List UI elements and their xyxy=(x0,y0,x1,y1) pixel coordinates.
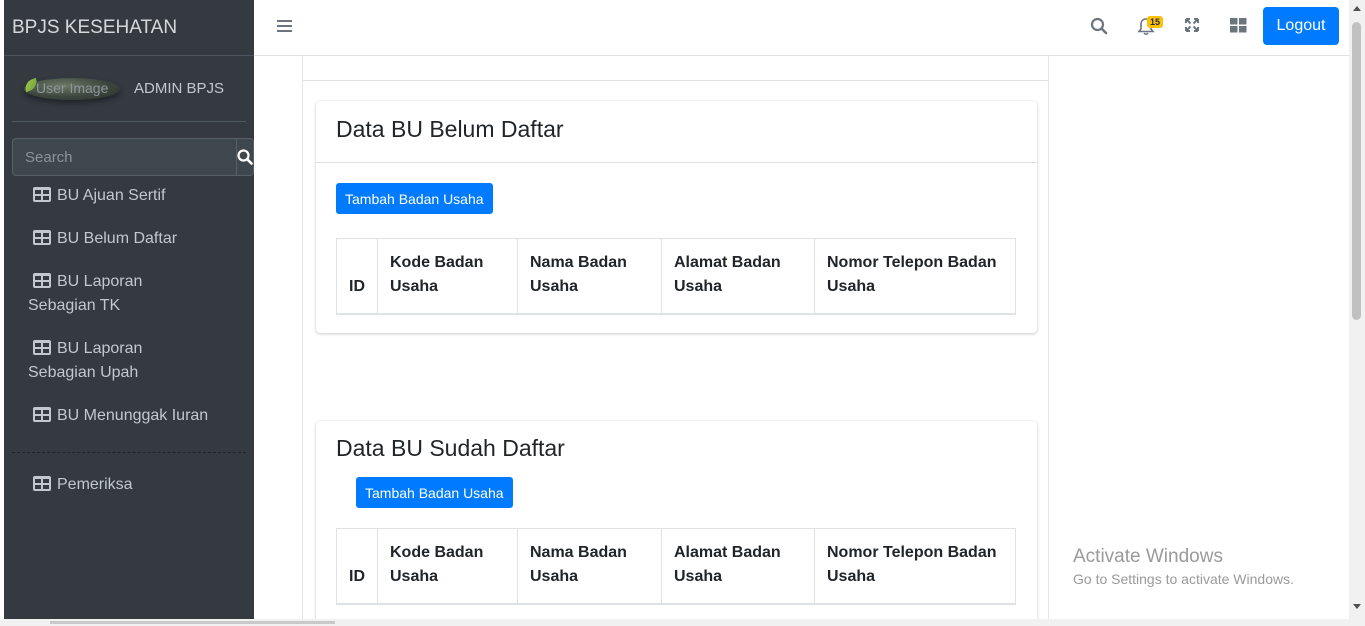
column-header-id[interactable]: ID xyxy=(336,238,378,315)
search-button[interactable] xyxy=(236,138,254,176)
card-title: Data BU Sudah Daftar xyxy=(336,435,565,461)
card-body: ID Kode Badan Usaha Nama Badan Usaha Ala… xyxy=(316,508,1037,605)
fullscreen-button[interactable] xyxy=(1184,17,1200,38)
scrollbar-thumb[interactable] xyxy=(1352,22,1361,320)
user-panel: User Image ADMIN BPJS xyxy=(12,56,246,122)
sidebar-item-label: BU Belum Daftar xyxy=(57,230,178,247)
control-sidebar-button[interactable] xyxy=(1230,17,1247,39)
vertical-scrollbar[interactable] xyxy=(1349,0,1365,619)
table-icon xyxy=(33,187,51,202)
watermark-title: Activate Windows xyxy=(1073,546,1223,567)
sidebar-item-label: Pemeriksa xyxy=(57,476,133,493)
logout-button[interactable]: Logout xyxy=(1263,7,1339,45)
main-content: Data BU Belum Daftar Tambah Badan Usaha … xyxy=(302,56,1049,626)
sidebar-item-pemeriksa[interactable]: Pemeriksa xyxy=(4,473,254,497)
column-header-nama[interactable]: Nama Badan Usaha xyxy=(517,528,662,605)
watermark-subtitle: Go to Settings to activate Windows. xyxy=(1073,571,1294,587)
horizontal-scrollbar-thumb[interactable] xyxy=(50,621,335,624)
search-input[interactable] xyxy=(12,138,236,176)
table-icon xyxy=(33,407,51,422)
card-actions: Tambah Badan Usaha xyxy=(316,462,1037,508)
sidebar-item-bu-ajuan-sertif[interactable]: BU Ajuan Sertif xyxy=(4,184,254,208)
column-header-alamat[interactable]: Alamat Badan Usaha xyxy=(661,528,815,605)
scroll-down-arrow-icon[interactable] xyxy=(1353,604,1361,609)
column-header-id[interactable]: ID xyxy=(336,528,378,605)
table-header-row: ID Kode Badan Usaha Nama Badan Usaha Ala… xyxy=(336,238,1016,315)
card-header: Data BU Belum Daftar xyxy=(316,101,1037,163)
navbar-search-button[interactable] xyxy=(1090,17,1108,40)
table-header-row: ID Kode Badan Usaha Nama Badan Usaha Ala… xyxy=(336,528,1016,605)
sidebar-item-bu-laporan-sebagian-upah[interactable]: BU Laporan Sebagian Upah xyxy=(4,337,224,385)
sidebar-item-bu-menunggak-iuran[interactable]: BU Menunggak Iuran xyxy=(4,404,254,428)
table-icon xyxy=(33,230,51,245)
table-icon xyxy=(33,340,51,355)
menu-icon xyxy=(277,20,292,32)
table-icon xyxy=(33,273,51,288)
sidebar: BPJS KESEHATAN User Image ADMIN BPJS BU … xyxy=(4,0,254,619)
sidebar-item-bu-belum-daftar[interactable]: BU Belum Daftar xyxy=(4,227,254,251)
card-body: Tambah Badan Usaha ID Kode Badan Usaha N… xyxy=(316,163,1037,315)
card-bu-belum-daftar: Data BU Belum Daftar Tambah Badan Usaha … xyxy=(316,101,1037,333)
business-table: ID Kode Badan Usaha Nama Badan Usaha Ala… xyxy=(336,238,1016,315)
column-header-nama[interactable]: Nama Badan Usaha xyxy=(517,238,662,315)
sidebar-item-label: BU Menunggak Iuran xyxy=(57,407,209,424)
sidebar-item-label: BU Ajuan Sertif xyxy=(57,187,166,204)
card-title: Data BU Belum Daftar xyxy=(336,116,564,142)
add-business-button[interactable]: Tambah Badan Usaha xyxy=(356,477,513,508)
avatar-alt-text: User Image xyxy=(36,79,109,96)
sidebar-divider xyxy=(12,452,246,453)
user-name-link[interactable]: ADMIN BPJS xyxy=(134,80,224,97)
search-icon xyxy=(237,149,253,165)
scroll-up-arrow-icon[interactable] xyxy=(1353,6,1361,11)
column-header-telepon[interactable]: Nomor Telepon Badan Usaha xyxy=(814,238,1016,315)
table-icon xyxy=(33,476,51,491)
business-table: ID Kode Badan Usaha Nama Badan Usaha Ala… xyxy=(336,528,1016,605)
activate-windows-watermark: Activate Windows Go to Settings to activ… xyxy=(1073,546,1294,587)
sidebar-item-bu-laporan-sebagian-tk[interactable]: BU Laporan Sebagian TK xyxy=(4,270,224,318)
top-navbar: 15 Logout xyxy=(254,0,1349,56)
grid-icon xyxy=(1230,18,1247,33)
add-business-button[interactable]: Tambah Badan Usaha xyxy=(336,183,493,214)
expand-icon xyxy=(1185,18,1199,32)
sidebar-search xyxy=(12,138,254,176)
horizontal-scrollbar[interactable] xyxy=(0,619,1365,626)
column-header-telepon[interactable]: Nomor Telepon Badan Usaha xyxy=(814,528,1016,605)
card-bu-sudah-daftar: Data BU Sudah Daftar Tambah Badan Usaha … xyxy=(316,421,1037,626)
column-header-kode[interactable]: Kode Badan Usaha xyxy=(377,238,518,315)
notification-count-badge: 15 xyxy=(1147,16,1164,28)
content-top-strip xyxy=(303,56,1048,81)
menu-toggle-button[interactable] xyxy=(277,19,292,38)
avatar: User Image xyxy=(22,77,120,100)
search-icon xyxy=(1090,17,1108,35)
brand-link[interactable]: BPJS KESEHATAN xyxy=(4,0,254,56)
column-header-kode[interactable]: Kode Badan Usaha xyxy=(377,528,518,605)
sidebar-nav: BU Ajuan Sertif BU Belum Daftar BU Lapor… xyxy=(4,184,254,497)
column-header-alamat[interactable]: Alamat Badan Usaha xyxy=(661,238,815,315)
